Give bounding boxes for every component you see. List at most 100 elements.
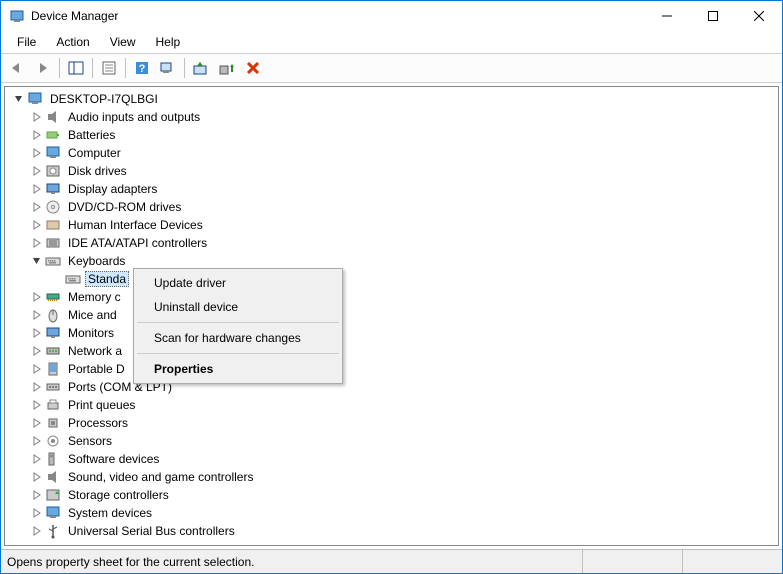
cpu-icon — [45, 415, 61, 431]
node-label: Sensors — [65, 434, 115, 448]
context-menu-item[interactable]: Properties — [136, 357, 340, 381]
sensor-icon — [45, 433, 61, 449]
menu-action[interactable]: Action — [46, 33, 99, 51]
expand-icon[interactable] — [31, 219, 43, 231]
node-label: Computer — [65, 146, 124, 160]
tree-category[interactable]: Keyboards — [7, 252, 776, 270]
show-hide-console-tree-button[interactable] — [64, 56, 88, 80]
expand-icon[interactable] — [31, 417, 43, 429]
tree-category[interactable]: DVD/CD-ROM drives — [7, 198, 776, 216]
tree-category[interactable]: Monitors — [7, 324, 776, 342]
node-label: Memory c — [65, 290, 124, 304]
network-icon — [45, 343, 61, 359]
node-label: Monitors — [65, 326, 117, 340]
tree-category[interactable]: Display adapters — [7, 180, 776, 198]
expand-icon[interactable] — [31, 111, 43, 123]
tree-category[interactable]: Print queues — [7, 396, 776, 414]
expand-icon[interactable] — [31, 201, 43, 213]
expand-icon[interactable] — [31, 381, 43, 393]
print-icon — [45, 397, 61, 413]
node-label: DESKTOP-I7QLBGI — [47, 92, 161, 106]
menu-file[interactable]: File — [7, 33, 46, 51]
context-menu-item[interactable]: Update driver — [136, 271, 340, 295]
node-label: Keyboards — [65, 254, 128, 268]
tree-category[interactable]: Human Interface Devices — [7, 216, 776, 234]
tree-device[interactable]: Standa — [7, 270, 776, 288]
device-tree[interactable]: DESKTOP-I7QLBGI Audio inputs and outputs B… — [5, 87, 778, 545]
mouse-icon — [45, 307, 61, 323]
tree-category[interactable]: Network a — [7, 342, 776, 360]
expand-icon[interactable] — [31, 471, 43, 483]
tree-category[interactable]: Storage controllers — [7, 486, 776, 504]
help-button[interactable]: ? — [130, 56, 154, 80]
expand-icon[interactable] — [31, 507, 43, 519]
tree-category[interactable]: Batteries — [7, 126, 776, 144]
expand-icon[interactable] — [31, 291, 43, 303]
node-label: Disk drives — [65, 164, 130, 178]
content-area: DESKTOP-I7QLBGI Audio inputs and outputs B… — [4, 86, 779, 546]
expand-icon[interactable] — [31, 237, 43, 249]
properties-button[interactable] — [97, 56, 121, 80]
expand-icon[interactable] — [13, 93, 25, 105]
portable-icon — [45, 361, 61, 377]
node-label: Batteries — [65, 128, 118, 142]
status-cell-3 — [682, 550, 782, 573]
tree-category[interactable]: Ports (COM & LPT) — [7, 378, 776, 396]
menubar: File Action View Help — [1, 31, 782, 53]
tree-category[interactable]: Computer — [7, 144, 776, 162]
window-title: Device Manager — [31, 9, 644, 23]
forward-button[interactable] — [31, 56, 55, 80]
expand-icon[interactable] — [31, 363, 43, 375]
titlebar: Device Manager — [1, 1, 782, 31]
node-label: Processors — [65, 416, 131, 430]
menu-view[interactable]: View — [100, 33, 146, 51]
expand-icon[interactable] — [31, 183, 43, 195]
scan-hardware-button[interactable] — [156, 56, 180, 80]
tree-category[interactable]: Universal Serial Bus controllers — [7, 522, 776, 540]
expand-icon[interactable] — [31, 327, 43, 339]
maximize-button[interactable] — [690, 1, 736, 31]
expand-icon[interactable] — [31, 147, 43, 159]
tree-category[interactable]: Mice and — [7, 306, 776, 324]
node-label: Print queues — [65, 398, 138, 412]
expand-icon[interactable] — [31, 489, 43, 501]
close-button[interactable] — [736, 1, 782, 31]
dvd-icon — [45, 199, 61, 215]
expand-icon[interactable] — [31, 309, 43, 321]
tree-root[interactable]: DESKTOP-I7QLBGI — [7, 90, 776, 108]
expand-icon[interactable] — [31, 255, 43, 267]
tree-category[interactable]: Sound, video and game controllers — [7, 468, 776, 486]
context-menu-item[interactable]: Scan for hardware changes — [136, 326, 340, 350]
expand-icon[interactable] — [31, 525, 43, 537]
app-icon — [9, 8, 25, 24]
expand-icon[interactable] — [31, 435, 43, 447]
tree-category[interactable]: Processors — [7, 414, 776, 432]
usb-icon — [45, 523, 61, 539]
expand-icon[interactable] — [31, 345, 43, 357]
tree-category[interactable]: System devices — [7, 504, 776, 522]
menu-help[interactable]: Help — [146, 33, 191, 51]
tree-category[interactable]: Portable D — [7, 360, 776, 378]
minimize-button[interactable] — [644, 1, 690, 31]
node-label: Universal Serial Bus controllers — [65, 524, 238, 538]
status-cell-2 — [582, 550, 682, 573]
tree-category[interactable]: Memory c — [7, 288, 776, 306]
update-driver-button[interactable] — [189, 56, 213, 80]
hid-icon — [45, 217, 61, 233]
ide-icon — [45, 235, 61, 251]
context-menu-item[interactable]: Uninstall device — [136, 295, 340, 319]
tree-category[interactable]: Software devices — [7, 450, 776, 468]
tree-category[interactable]: Audio inputs and outputs — [7, 108, 776, 126]
expand-icon[interactable] — [31, 165, 43, 177]
system-icon — [45, 505, 61, 521]
expand-icon[interactable] — [31, 129, 43, 141]
expand-icon[interactable] — [31, 453, 43, 465]
uninstall-device-button[interactable] — [241, 56, 265, 80]
tree-category[interactable]: IDE ATA/ATAPI controllers — [7, 234, 776, 252]
expand-icon[interactable] — [31, 399, 43, 411]
back-button[interactable] — [5, 56, 29, 80]
tree-category[interactable]: Sensors — [7, 432, 776, 450]
tree-category[interactable]: Disk drives — [7, 162, 776, 180]
add-legacy-hardware-button[interactable] — [215, 56, 239, 80]
statusbar: Opens property sheet for the current sel… — [1, 549, 782, 573]
